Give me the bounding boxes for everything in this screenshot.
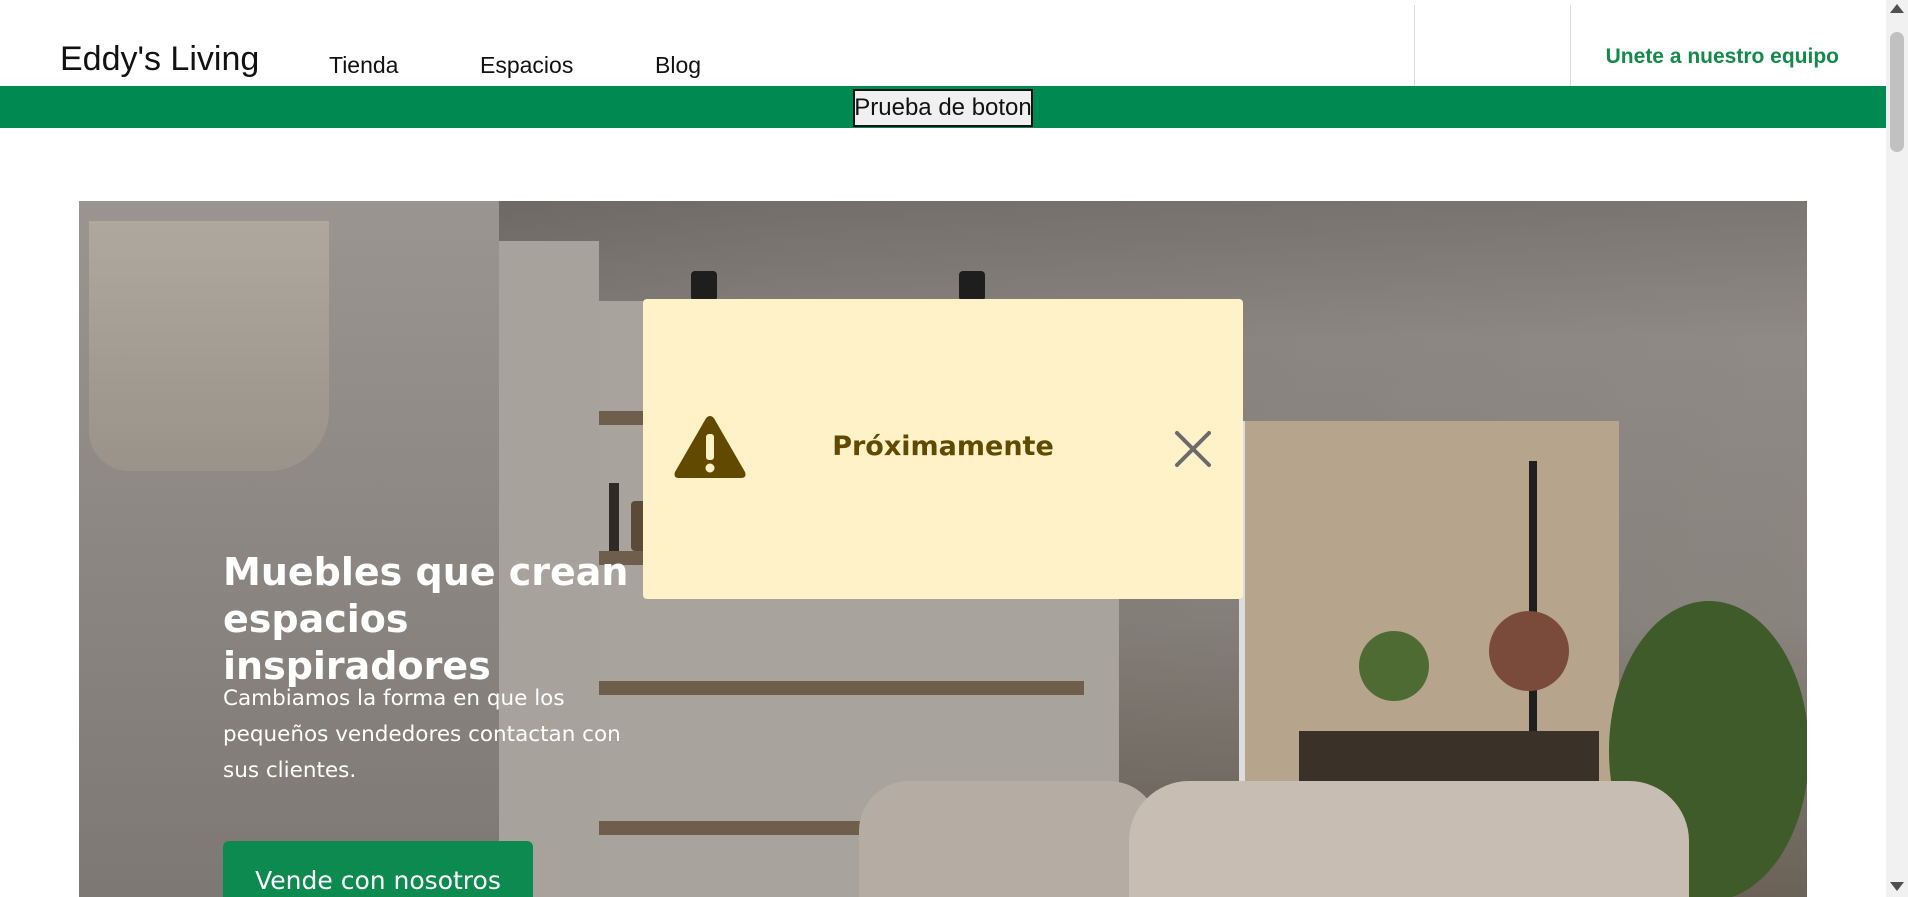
hero-image-flowers <box>1489 611 1569 691</box>
nav-link-blog[interactable]: Blog <box>655 52 701 79</box>
hero-title: Muebles que crean espacios inspiradores <box>223 550 629 688</box>
hero-image-shelf <box>599 681 1084 695</box>
hero-image-book <box>609 483 619 551</box>
hero-image-armchair <box>859 781 1159 897</box>
hero-image-plant <box>1359 631 1429 701</box>
scroll-down-arrow-icon[interactable] <box>1890 882 1904 891</box>
modal-message: Próximamente <box>832 431 1054 462</box>
header-divider <box>1414 5 1415 86</box>
nav-link-tienda[interactable]: Tienda <box>329 52 398 79</box>
scroll-up-arrow-icon[interactable] <box>1890 4 1904 13</box>
test-button[interactable]: Prueba de boton <box>853 89 1033 127</box>
header-divider <box>1570 5 1571 86</box>
site-header: Eddy's Living Tienda Espacios Blog Unete… <box>0 0 1886 86</box>
brand-logo[interactable]: Eddy's Living <box>60 40 259 79</box>
coming-soon-modal: Próximamente <box>643 299 1243 599</box>
close-icon[interactable] <box>1173 429 1213 469</box>
hero-subtitle: Cambiamos la forma en que los pequeños v… <box>223 686 621 783</box>
hero-image-lamp <box>691 271 717 301</box>
hero-image-curtain <box>89 221 329 471</box>
hero-image-sofa <box>1129 781 1689 897</box>
join-team-link[interactable]: Unete a nuestro equipo <box>1606 45 1839 69</box>
sell-with-us-button[interactable]: Vende con nosotros <box>223 841 533 897</box>
nav-link-espacios[interactable]: Espacios <box>480 52 573 79</box>
hero-image-lamp <box>959 271 985 301</box>
scrollbar-thumb[interactable] <box>1890 32 1904 152</box>
